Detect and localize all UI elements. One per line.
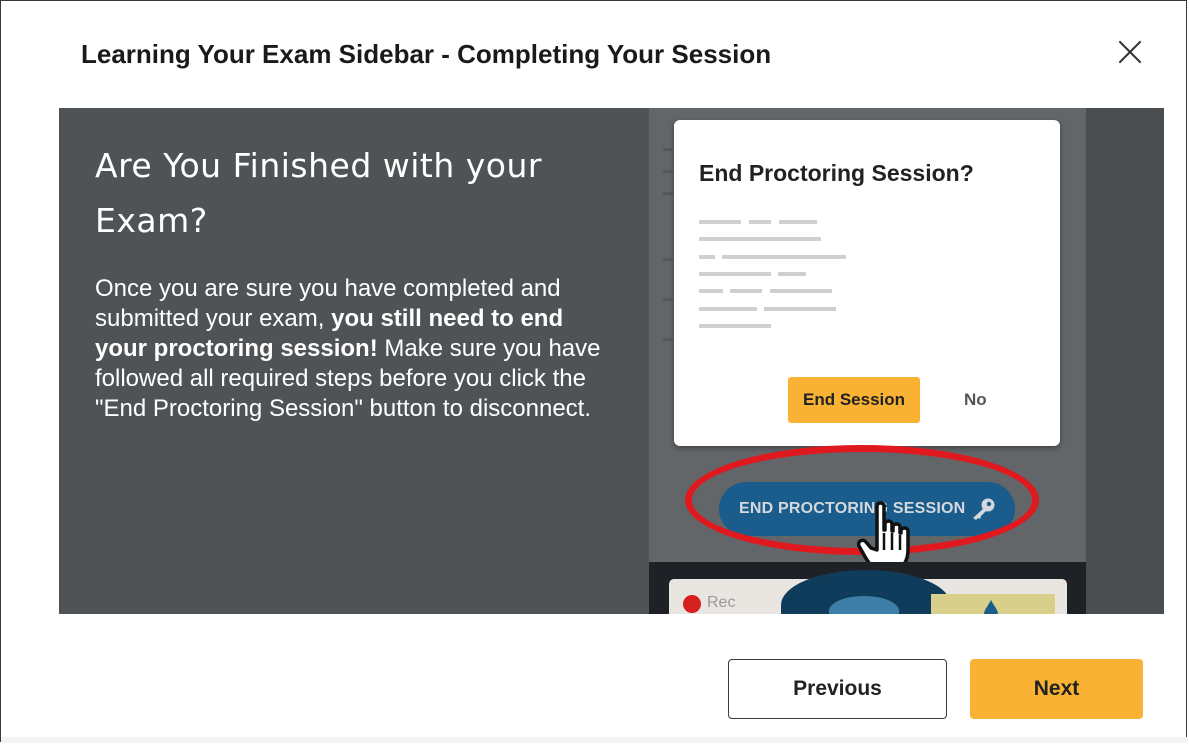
background-line <box>663 170 673 173</box>
tutorial-modal: Learning Your Exam Sidebar - Completing … <box>0 0 1188 743</box>
rec-label: Rec <box>707 594 736 611</box>
banner-body: Once you are sure you have completed and… <box>95 274 615 424</box>
tutorial-banner: Are You Finished with your Exam? Once yo… <box>59 108 1164 614</box>
background-line <box>663 258 673 261</box>
dialog-title: End Proctoring Session? <box>699 160 974 186</box>
sidebar-illustration: End Proctoring Session? End Session No E… <box>649 108 1086 614</box>
footer-strip <box>1 737 1188 743</box>
background-line <box>663 192 673 195</box>
drop-icon <box>984 600 998 614</box>
record-icon <box>683 595 701 613</box>
placeholder-line <box>699 324 771 328</box>
previous-button[interactable]: Previous <box>728 659 947 719</box>
illustration-edge <box>1086 108 1164 614</box>
end-session-button: End Session <box>788 377 920 423</box>
next-button[interactable]: Next <box>970 659 1143 719</box>
end-session-dialog: End Proctoring Session? End Session No <box>674 120 1060 446</box>
banner-heading: Are You Finished with your Exam? <box>95 146 542 240</box>
background-line <box>663 338 673 341</box>
placeholder-line <box>699 289 723 293</box>
placeholder-line <box>699 237 821 241</box>
placeholder-line <box>764 307 836 311</box>
modal-title: Learning Your Exam Sidebar - Completing … <box>81 39 772 69</box>
no-button: No <box>964 390 987 409</box>
placeholder-line <box>699 272 771 276</box>
placeholder-line <box>779 220 817 224</box>
close-icon[interactable] <box>1115 37 1145 67</box>
placeholder-line <box>722 255 846 259</box>
placeholder-line <box>730 289 762 293</box>
placeholder-line <box>699 220 741 224</box>
background-line <box>663 298 673 301</box>
placeholder-line <box>778 272 806 276</box>
placeholder-line <box>699 307 757 311</box>
placeholder-line <box>770 289 832 293</box>
placeholder-line <box>699 255 715 259</box>
background-line <box>663 148 673 151</box>
placeholder-line <box>749 220 771 224</box>
